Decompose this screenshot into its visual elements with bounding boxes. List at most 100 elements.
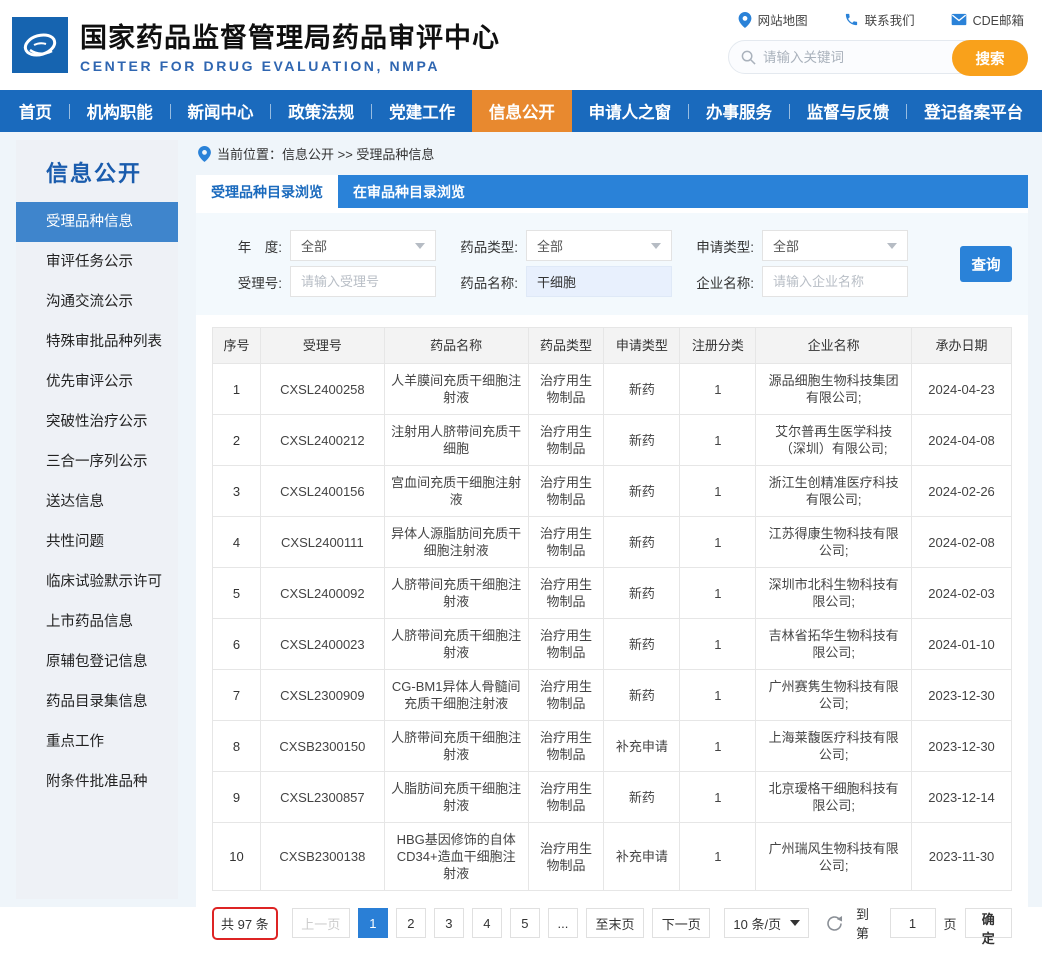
col-index: 1 (213, 364, 261, 415)
table-row: 7CXSL2300909CG-BM1异体人骨髓间充质干细胞注射液治疗用生物制品新… (213, 670, 1012, 721)
nav-item-0[interactable]: 首页 (2, 90, 69, 132)
filter-year: 年 度: 全部 (218, 230, 436, 261)
site-title: 国家药品监督管理局药品审评中心 (80, 16, 500, 55)
col-drug-type: 治疗用生物制品 (528, 466, 604, 517)
goto-unit: 页 (944, 914, 957, 933)
sidebar-item-9[interactable]: 临床试验默示许可 (16, 562, 178, 602)
year-select[interactable]: 全部 (290, 230, 436, 261)
tab-1[interactable]: 在审品种目录浏览 (338, 175, 480, 208)
refresh-icon[interactable] (825, 914, 844, 933)
page-button-5[interactable]: 5 (510, 908, 540, 938)
col-index: 6 (213, 619, 261, 670)
nav-item-3[interactable]: 政策法规 (271, 90, 371, 132)
filter-apply-type: 申请类型: 全部 (690, 230, 908, 261)
col-date: 2024-02-08 (912, 517, 1012, 568)
sidebar-item-6[interactable]: 三合一序列公示 (16, 442, 178, 482)
table-row: 9CXSL2300857人脂肪间充质干细胞注射液治疗用生物制品新药1北京瑷格干细… (213, 772, 1012, 823)
page-button-1[interactable]: 1 (358, 908, 388, 938)
goto-page-input[interactable] (890, 908, 936, 938)
last-page-button[interactable]: 至末页 (586, 908, 644, 938)
filter-acceptance-no-label: 受理号: (218, 272, 282, 292)
nav-item-2[interactable]: 新闻中心 (171, 90, 271, 132)
top-link-label: 联系我们 (865, 10, 915, 29)
col-reg-class: 1 (680, 415, 756, 466)
header-col-reg-class: 注册分类 (680, 328, 756, 364)
col-reg-class: 1 (680, 517, 756, 568)
acceptance-no-input[interactable] (290, 266, 436, 297)
query-button[interactable]: 查询 (960, 246, 1012, 282)
sidebar-item-4[interactable]: 优先审评公示 (16, 362, 178, 402)
col-index: 8 (213, 721, 261, 772)
tab-0[interactable]: 受理品种目录浏览 (196, 175, 338, 208)
col-drug-type: 治疗用生物制品 (528, 415, 604, 466)
drug-name-input[interactable] (526, 266, 672, 297)
sidebar-title: 信息公开 (16, 140, 178, 202)
drug-type-select[interactable]: 全部 (526, 230, 672, 261)
col-company: 上海莱馥医疗科技有限公司; (756, 721, 912, 772)
col-drug-type: 治疗用生物制品 (528, 364, 604, 415)
company-input[interactable] (762, 266, 908, 297)
nav-item-7[interactable]: 办事服务 (689, 90, 789, 132)
nav-item-1[interactable]: 机构职能 (70, 90, 170, 132)
search-icon (741, 50, 756, 65)
mail-icon (951, 13, 967, 26)
nav-item-5[interactable]: 信息公开 (472, 90, 572, 132)
sidebar-item-14[interactable]: 附条件批准品种 (16, 762, 178, 802)
chevron-down-icon (790, 920, 800, 926)
sidebar-item-12[interactable]: 药品目录集信息 (16, 682, 178, 722)
page-size-select[interactable]: 10 条/页 (724, 908, 809, 938)
nav-item-8[interactable]: 监督与反馈 (790, 90, 906, 132)
apply-type-select[interactable]: 全部 (762, 230, 908, 261)
header-col-acceptance-no: 受理号 (260, 328, 384, 364)
col-apply-type: 补充申请 (604, 823, 680, 891)
col-apply-type: 新药 (604, 772, 680, 823)
col-company: 广州瑞风生物科技有限公司; (756, 823, 912, 891)
header-col-index: 序号 (213, 328, 261, 364)
ellipsis-pages[interactable]: ... (548, 908, 578, 938)
filter-acceptance-no: 受理号: (218, 266, 436, 297)
col-company: 浙江生创精准医疗科技有限公司; (756, 466, 912, 517)
col-reg-class: 1 (680, 568, 756, 619)
sidebar-item-7[interactable]: 送达信息 (16, 482, 178, 522)
sidebar-item-0[interactable]: 受理品种信息 (16, 202, 178, 242)
page-button-3[interactable]: 3 (434, 908, 464, 938)
top-link-2[interactable]: CDE邮箱 (951, 10, 1024, 29)
tab-bar: 受理品种目录浏览在审品种目录浏览 (196, 175, 1028, 208)
sidebar-item-3[interactable]: 特殊审批品种列表 (16, 322, 178, 362)
col-drug-type: 治疗用生物制品 (528, 772, 604, 823)
sidebar-item-5[interactable]: 突破性治疗公示 (16, 402, 178, 442)
col-drug-name: 人脐带间充质干细胞注射液 (384, 568, 528, 619)
chevron-down-icon (651, 243, 661, 249)
prev-page-button[interactable]: 上一页 (292, 908, 350, 938)
goto-confirm-button[interactable]: 确定 (965, 908, 1012, 938)
nav-item-6[interactable]: 申请人之窗 (572, 90, 688, 132)
page-button-4[interactable]: 4 (472, 908, 502, 938)
sidebar-item-8[interactable]: 共性问题 (16, 522, 178, 562)
col-drug-type: 治疗用生物制品 (528, 721, 604, 772)
total-count-annotation: 共 97 条 (212, 907, 278, 940)
top-link-0[interactable]: 网站地图 (738, 10, 808, 29)
col-acceptance-no: CXSL2400023 (260, 619, 384, 670)
col-acceptance-no: CXSL2400156 (260, 466, 384, 517)
col-index: 3 (213, 466, 261, 517)
table-row: 2CXSL2400212注射用人脐带间充质干细胞治疗用生物制品新药1艾尔普再生医… (213, 415, 1012, 466)
filter-section: 年 度: 全部 药品类型: 全部 申请类型: 全部 (196, 213, 1028, 315)
nav-item-4[interactable]: 党建工作 (372, 90, 472, 132)
sidebar-item-11[interactable]: 原辅包登记信息 (16, 642, 178, 682)
next-page-button[interactable]: 下一页 (652, 908, 710, 938)
table-row: 10CXSB2300138HBG基因修饰的自体CD34+造血干细胞注射液治疗用生… (213, 823, 1012, 891)
sidebar-item-10[interactable]: 上市药品信息 (16, 602, 178, 642)
sidebar-item-13[interactable]: 重点工作 (16, 722, 178, 762)
sidebar-item-1[interactable]: 审评任务公示 (16, 242, 178, 282)
top-link-1[interactable]: 联系我们 (844, 10, 915, 29)
chevron-down-icon (887, 243, 897, 249)
col-date: 2023-12-30 (912, 670, 1012, 721)
location-pin-icon (198, 146, 211, 162)
col-date: 2024-02-26 (912, 466, 1012, 517)
col-drug-type: 治疗用生物制品 (528, 619, 604, 670)
sidebar-item-2[interactable]: 沟通交流公示 (16, 282, 178, 322)
search-button[interactable]: 搜索 (952, 40, 1028, 76)
table-row: 1CXSL2400258人羊膜间充质干细胞注射液治疗用生物制品新药1源品细胞生物… (213, 364, 1012, 415)
page-button-2[interactable]: 2 (396, 908, 426, 938)
nav-item-9[interactable]: 登记备案平台 (907, 90, 1040, 132)
